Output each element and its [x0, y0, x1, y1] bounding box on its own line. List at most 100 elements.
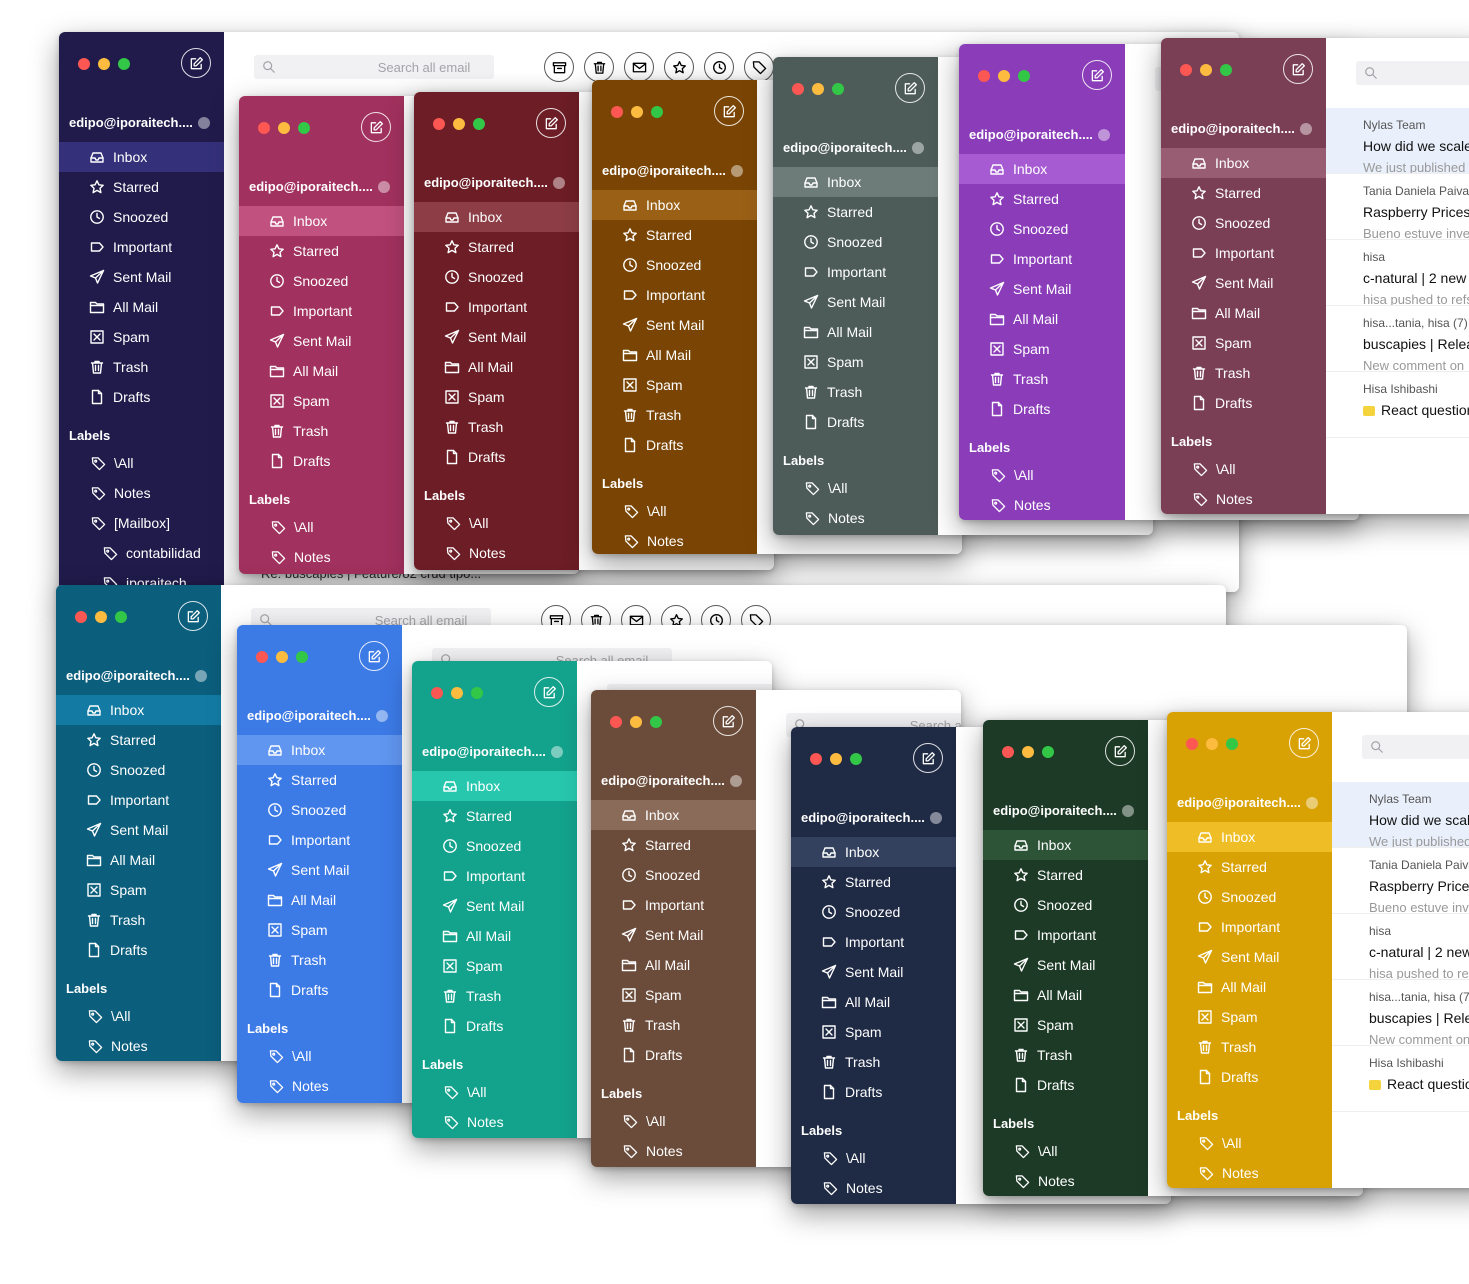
sidebar-item-starred[interactable]: Starred [1167, 852, 1332, 882]
close-window-button[interactable] [610, 716, 622, 728]
sidebar-item-inbox[interactable]: Inbox [56, 695, 221, 725]
label-item[interactable]: contabilidad [59, 538, 224, 568]
sidebar-item-spam[interactable]: Spam [1167, 1002, 1332, 1032]
sidebar-item-all-mail[interactable]: All Mail [959, 304, 1125, 334]
minimize-window-button[interactable] [631, 106, 643, 118]
label-item[interactable]: \All [1167, 1128, 1332, 1158]
thread-row[interactable]: Nylas Team How did we scale We just publis… [1332, 782, 1469, 848]
sidebar-item-snoozed[interactable]: Snoozed [414, 262, 579, 292]
label-item[interactable]: \All [1161, 454, 1326, 484]
account-switcher[interactable]: edipo@iporaitech.... [602, 163, 745, 178]
sidebar-item-all-mail[interactable]: All Mail [773, 317, 938, 347]
sidebar-item-important[interactable]: Important [1161, 238, 1326, 268]
sidebar-item-important[interactable]: Important [414, 292, 579, 322]
compose-button[interactable] [178, 601, 208, 631]
sidebar-item-all-mail[interactable]: All Mail [1167, 972, 1332, 1002]
zoom-window-button[interactable] [296, 651, 308, 663]
sidebar-item-drafts[interactable]: Drafts [56, 935, 221, 965]
sidebar-item-spam[interactable]: Spam [237, 915, 402, 945]
sidebar-item-inbox[interactable]: Inbox [983, 830, 1148, 860]
zoom-window-button[interactable] [1226, 738, 1238, 750]
close-window-button[interactable] [611, 106, 623, 118]
zoom-window-button[interactable] [118, 58, 130, 70]
minimize-window-button[interactable] [95, 611, 107, 623]
minimize-window-button[interactable] [451, 687, 463, 699]
sidebar-item-spam[interactable]: Spam [592, 370, 757, 400]
sidebar-item-sent-mail[interactable]: Sent Mail [959, 274, 1125, 304]
sidebar-item-trash[interactable]: Trash [239, 416, 404, 446]
account-switcher[interactable]: edipo@iporaitech.... [249, 179, 392, 194]
sidebar-item-starred[interactable]: Starred [414, 232, 579, 262]
sidebar-item-trash[interactable]: Trash [56, 905, 221, 935]
label-item[interactable]: Notes [959, 490, 1125, 520]
thread-row[interactable]: hisa...tania, hisa (7) buscapies | Relea N… [1326, 306, 1469, 372]
trash-button[interactable] [584, 52, 614, 82]
thread-row[interactable]: Hisa Ishibashi React questions [1332, 1046, 1469, 1112]
sidebar-item-drafts[interactable]: Drafts [773, 407, 938, 437]
sidebar-item-important[interactable]: Important [959, 244, 1125, 274]
sidebar-item-inbox[interactable]: Inbox [773, 167, 938, 197]
label-item[interactable]: \All [591, 1106, 756, 1136]
sidebar-item-inbox[interactable]: Inbox [959, 154, 1125, 184]
label-item[interactable]: \All [959, 460, 1125, 490]
sidebar-item-spam[interactable]: Spam [983, 1010, 1148, 1040]
compose-button[interactable] [359, 641, 389, 671]
sidebar-item-drafts[interactable]: Drafts [959, 394, 1125, 424]
sidebar-item-all-mail[interactable]: All Mail [412, 921, 577, 951]
account-switcher[interactable]: edipo@iporaitech.... [66, 668, 209, 683]
label-item[interactable]: [Mailbox] [59, 508, 224, 538]
label-item[interactable]: \All [773, 473, 938, 503]
label-item[interactable]: \All [59, 448, 224, 478]
sidebar-item-trash[interactable]: Trash [59, 352, 224, 382]
label-item[interactable]: Notes [791, 1173, 956, 1203]
label-item[interactable]: Notes [591, 1136, 756, 1166]
sidebar-item-trash[interactable]: Trash [412, 981, 577, 1011]
label-item[interactable]: \All [414, 508, 579, 538]
compose-button[interactable] [713, 706, 743, 736]
sidebar-item-starred[interactable]: Starred [791, 867, 956, 897]
sidebar-item-inbox[interactable]: Inbox [414, 202, 579, 232]
sidebar-item-trash[interactable]: Trash [791, 1047, 956, 1077]
mark-unread-button[interactable] [624, 52, 654, 82]
account-switcher[interactable]: edipo@iporaitech.... [422, 744, 565, 759]
thread-row[interactable]: hisa c-natural | 2 new hisa pushed to refs [1326, 240, 1469, 306]
search-input[interactable]: Search all email [1362, 735, 1469, 759]
sidebar-item-snoozed[interactable]: Snoozed [1161, 208, 1326, 238]
sidebar-item-spam[interactable]: Spam [791, 1017, 956, 1047]
sidebar-item-snoozed[interactable]: Snoozed [237, 795, 402, 825]
sidebar-item-trash[interactable]: Trash [414, 412, 579, 442]
sidebar-item-starred[interactable]: Starred [59, 172, 224, 202]
sidebar-item-trash[interactable]: Trash [983, 1040, 1148, 1070]
archive-button[interactable] [544, 52, 574, 82]
sidebar-item-starred[interactable]: Starred [983, 860, 1148, 890]
close-window-button[interactable] [810, 753, 822, 765]
minimize-window-button[interactable] [1206, 738, 1218, 750]
sidebar-item-snoozed[interactable]: Snoozed [592, 250, 757, 280]
label-item[interactable]: Notes [983, 1166, 1148, 1196]
label-item[interactable]: Notes [414, 538, 579, 568]
close-window-button[interactable] [792, 83, 804, 95]
sidebar-item-sent-mail[interactable]: Sent Mail [592, 310, 757, 340]
thread-row[interactable]: Hisa Ishibashi React questions [1326, 372, 1469, 438]
account-switcher[interactable]: edipo@iporaitech.... [69, 115, 212, 130]
label-item[interactable]: \All [56, 1001, 221, 1031]
label-item[interactable]: Notes [237, 1071, 402, 1101]
sidebar-item-all-mail[interactable]: All Mail [239, 356, 404, 386]
sidebar-item-sent-mail[interactable]: Sent Mail [237, 855, 402, 885]
sidebar-item-all-mail[interactable]: All Mail [1161, 298, 1326, 328]
label-item[interactable]: Notes [773, 503, 938, 533]
sidebar-item-inbox[interactable]: Inbox [237, 735, 402, 765]
sidebar-item-starred[interactable]: Starred [1161, 178, 1326, 208]
sidebar-item-important[interactable]: Important [773, 257, 938, 287]
zoom-window-button[interactable] [115, 611, 127, 623]
sidebar-item-starred[interactable]: Starred [239, 236, 404, 266]
sidebar-item-spam[interactable]: Spam [239, 386, 404, 416]
sidebar-item-sent-mail[interactable]: Sent Mail [412, 891, 577, 921]
compose-button[interactable] [1283, 54, 1313, 84]
sidebar-item-spam[interactable]: Spam [1161, 328, 1326, 358]
sidebar-item-spam[interactable]: Spam [59, 322, 224, 352]
sidebar-item-sent-mail[interactable]: Sent Mail [1161, 268, 1326, 298]
label-item[interactable]: Notes [56, 1031, 221, 1061]
compose-button[interactable] [534, 677, 564, 707]
sidebar-item-inbox[interactable]: Inbox [239, 206, 404, 236]
